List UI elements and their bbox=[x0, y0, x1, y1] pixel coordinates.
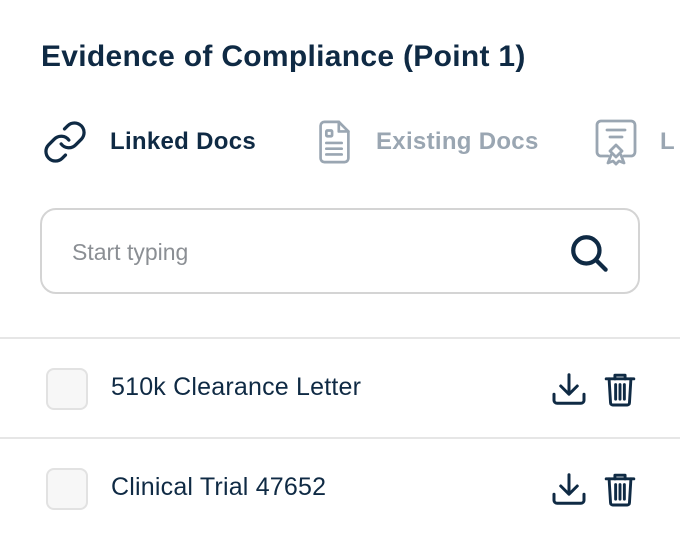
link-icon bbox=[42, 119, 88, 165]
download-icon[interactable] bbox=[551, 371, 587, 412]
row-checkbox[interactable] bbox=[46, 368, 88, 410]
search-icon[interactable] bbox=[568, 232, 610, 279]
row-checkbox[interactable] bbox=[46, 468, 88, 510]
trash-icon[interactable] bbox=[604, 471, 636, 512]
tab-existing-docs[interactable]: Existing Docs bbox=[314, 114, 539, 170]
page-title: Evidence of Compliance (Point 1) bbox=[41, 40, 526, 73]
compliance-panel: Evidence of Compliance (Point 1) Linked … bbox=[0, 0, 680, 540]
document-name: 510k Clearance Letter bbox=[111, 373, 362, 401]
tab-certificates[interactable]: L bbox=[594, 114, 675, 170]
document-name: Clinical Trial 47652 bbox=[111, 473, 327, 501]
tab-bar: Linked Docs Existing Docs L bbox=[0, 114, 680, 170]
trash-icon[interactable] bbox=[604, 371, 636, 412]
download-icon[interactable] bbox=[551, 471, 587, 512]
search-box bbox=[40, 208, 640, 294]
tab-label: Existing Docs bbox=[376, 128, 539, 155]
search-input[interactable] bbox=[72, 230, 552, 274]
document-icon bbox=[314, 119, 354, 165]
certificate-icon bbox=[594, 118, 638, 166]
tab-linked-docs[interactable]: Linked Docs bbox=[42, 114, 256, 170]
tab-label: L bbox=[660, 128, 675, 155]
list-item: Clinical Trial 47652 bbox=[0, 439, 680, 539]
list-item: 510k Clearance Letter bbox=[0, 339, 680, 439]
tab-label: Linked Docs bbox=[110, 128, 256, 155]
